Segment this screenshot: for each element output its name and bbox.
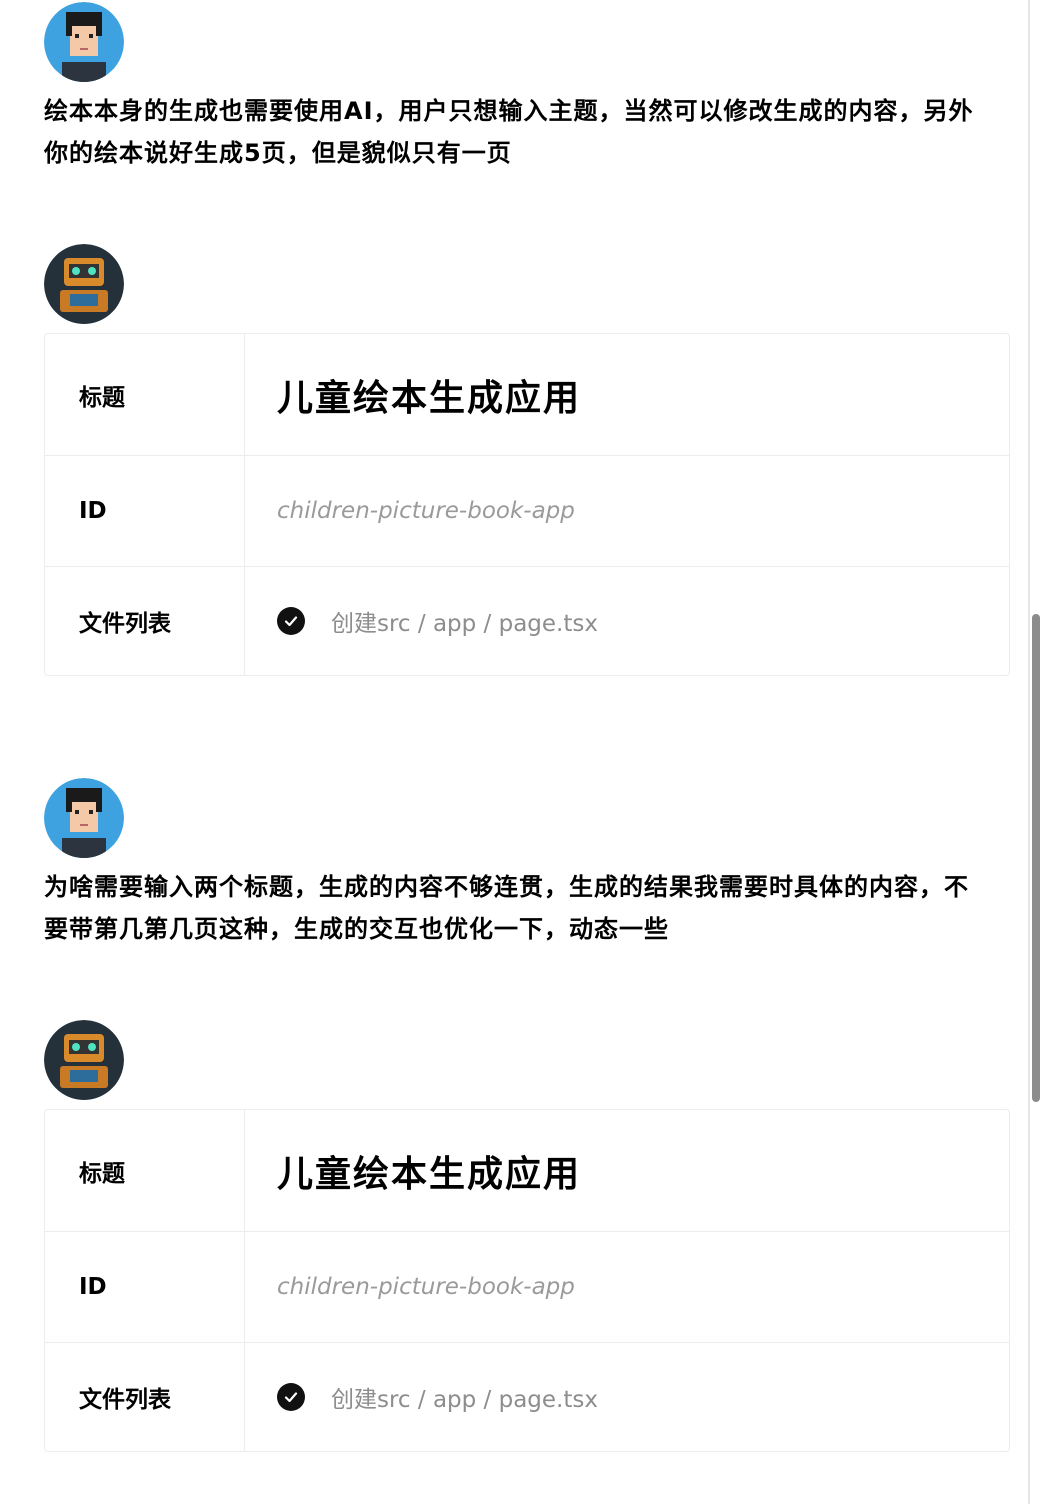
files-label: 文件列表 [45, 567, 245, 675]
scrollbar-thumb[interactable] [1032, 614, 1040, 1102]
artifact-card[interactable]: 标题 儿童绘本生成应用 ID children-picture-book-app… [44, 333, 1010, 676]
card-row-files: 文件列表 创建src / app / page.tsx [45, 1343, 1009, 1451]
robot-avatar-icon [44, 1020, 124, 1100]
card-row-files: 文件列表 创建src / app / page.tsx [45, 567, 1009, 675]
file-item-text[interactable]: 创建src / app / page.tsx [331, 1380, 598, 1414]
assistant-avatar [44, 244, 124, 324]
title-label: 标题 [45, 334, 245, 455]
card-row-id: ID children-picture-book-app [45, 1232, 1009, 1343]
check-circle-icon [277, 1383, 305, 1411]
title-value: 儿童绘本生成应用 [277, 1153, 582, 1195]
user-message-text: 绘本本身的生成也需要使用AI，用户只想输入主题，当然可以修改生成的内容，另外你的… [44, 97, 974, 167]
title-value: 儿童绘本生成应用 [277, 377, 582, 419]
artifact-card[interactable]: 标题 儿童绘本生成应用 ID children-picture-book-app… [44, 1109, 1010, 1452]
chat-page: 绘本本身的生成也需要使用AI，用户只想输入主题，当然可以修改生成的内容，另外你的… [0, 0, 1040, 1504]
id-value: children-picture-book-app [277, 498, 575, 524]
id-label: ID [45, 456, 245, 566]
user-message-text: 为啥需要输入两个标题，生成的内容不够连贯，生成的结果我需要时具体的内容，不要带第… [44, 873, 969, 943]
user-avatar-icon [44, 2, 124, 82]
id-value: children-picture-book-app [277, 1274, 575, 1300]
files-label: 文件列表 [45, 1343, 245, 1451]
card-row-title: 标题 儿童绘本生成应用 [45, 334, 1009, 456]
assistant-avatar [44, 1020, 124, 1100]
user-avatar [44, 778, 124, 858]
file-item-text[interactable]: 创建src / app / page.tsx [331, 604, 598, 638]
scrollbar-track[interactable] [1028, 0, 1030, 1504]
check-circle-icon [277, 607, 305, 635]
id-label: ID [45, 1232, 245, 1342]
user-avatar [44, 2, 124, 82]
card-row-title: 标题 儿童绘本生成应用 [45, 1110, 1009, 1232]
user-avatar-icon [44, 778, 124, 858]
title-label: 标题 [45, 1110, 245, 1231]
card-row-id: ID children-picture-book-app [45, 456, 1009, 567]
robot-avatar-icon [44, 244, 124, 324]
